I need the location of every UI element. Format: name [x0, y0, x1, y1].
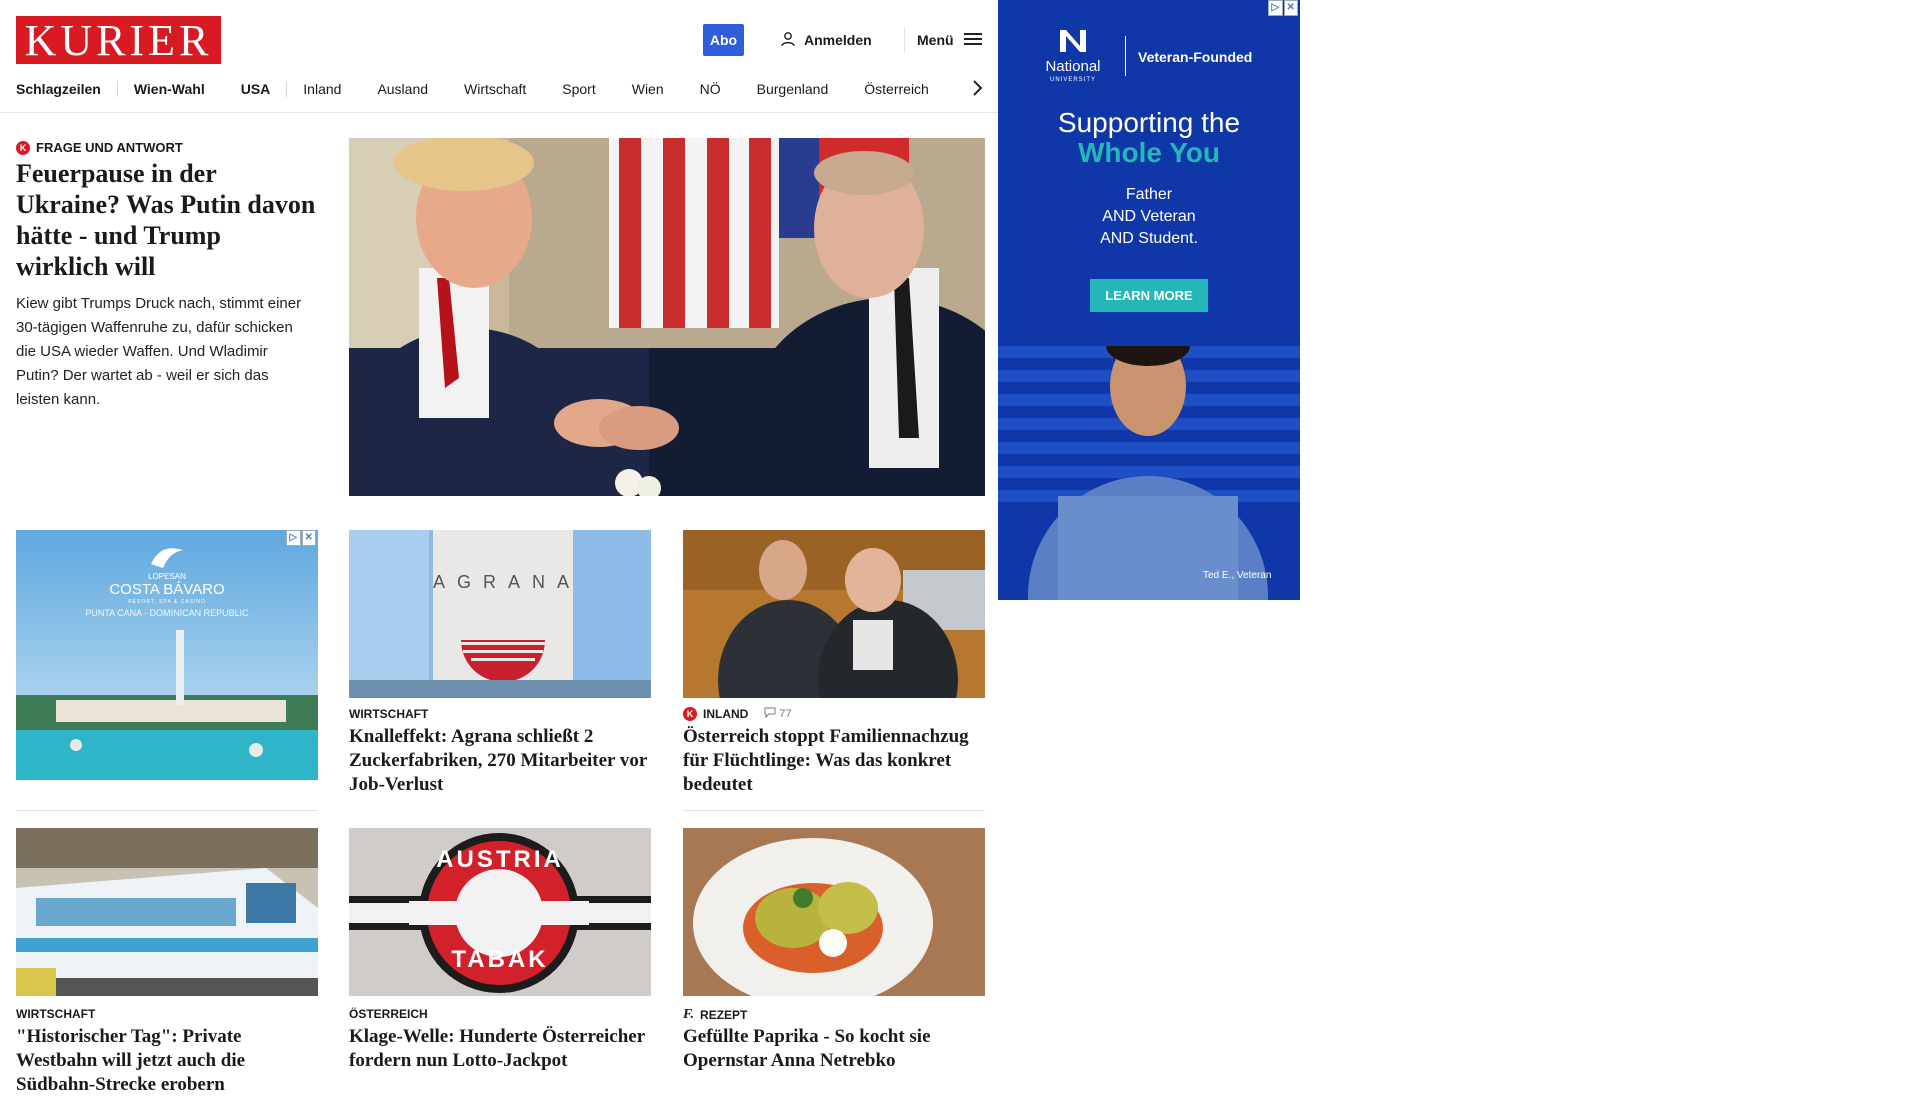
nav-item-wien[interactable]: Wien	[632, 81, 664, 97]
hamburger-icon	[963, 32, 982, 49]
card-kicker: ÖSTERREICH	[349, 1007, 428, 1021]
card-kicker-label: REZEPT	[700, 1008, 748, 1022]
card-kicker-inland: K INLAND 77	[683, 707, 792, 721]
ad-body-1: Father	[1125, 186, 1173, 203]
tabak-sign-bottom: TABAK	[451, 946, 549, 973]
nav-divider	[286, 81, 288, 97]
ad-choices-icon[interactable]: ▷ ✕	[1268, 0, 1298, 16]
menu-label: Menü	[917, 32, 954, 48]
ad-logo-sub: UNIVERSITY	[1049, 77, 1096, 83]
kurier-logo[interactable]: KURIER	[16, 16, 221, 65]
comments-count[interactable]: 77	[764, 707, 792, 721]
national-university-logo	[1038, 28, 1108, 59]
nav-item-oesterreich[interactable]: Österreich	[864, 81, 929, 97]
kurier-plus-badge: K	[683, 707, 697, 721]
ad-caption: Ted E., Veteran	[1203, 570, 1272, 581]
nav-item-burgenland[interactable]: Burgenland	[757, 81, 829, 97]
ad-tagline: Veteran-Founded	[1138, 49, 1253, 65]
nav-item-schlagzeilen[interactable]: Schlagzeilen	[16, 81, 101, 97]
row-divider	[683, 810, 985, 811]
ad-brand-sub: RESORT, SPA & CASINO	[128, 599, 206, 605]
kurier-plus-badge: K	[16, 140, 30, 155]
nav-item-noe[interactable]: NÖ	[700, 81, 721, 97]
nav-item-ausland[interactable]: Ausland	[377, 81, 428, 97]
nav-item-usa[interactable]: USA	[241, 81, 271, 97]
ad-body-3: AND Student.	[1100, 230, 1198, 247]
nav-item-wien-wahl[interactable]: Wien-Wahl	[134, 81, 205, 97]
lead-photo-handshake[interactable]	[349, 138, 985, 496]
freizeit-icon: f.	[683, 1007, 695, 1022]
national-university-ad[interactable]: ▷ ✕ National UNIVERSITY Veteran-Founded S…	[998, 0, 1300, 600]
menu-button[interactable]: Menü	[917, 30, 982, 50]
parliament-photo[interactable]	[683, 530, 985, 698]
nav-divider	[116, 81, 118, 97]
card-kicker-rezept: f. REZEPT	[683, 1007, 747, 1023]
ad-headline-1: Supporting the	[1057, 107, 1241, 138]
westbahn-photo[interactable]	[16, 828, 318, 996]
login-button[interactable]: Anmelden	[780, 30, 872, 50]
ad-brand-small: LOPESAN	[148, 572, 186, 581]
login-label: Anmelden	[804, 32, 872, 48]
user-icon	[780, 31, 796, 50]
card-kicker: WIRTSCHAFT	[16, 1007, 96, 1021]
row-divider	[16, 810, 318, 811]
card-headline-lotto[interactable]: Klage-Welle: Hunderte Österreicher forde…	[349, 1025, 651, 1073]
lead-kicker: K FRAGE UND ANTWORT	[16, 140, 183, 155]
card-headline-agrana[interactable]: Knalleffekt: Agrana schließt 2 Zuckerfab…	[349, 725, 649, 797]
card-headline-paprika[interactable]: Gefüllte Paprika - So kocht sie Opernsta…	[683, 1025, 985, 1073]
ad-logo-name: National	[1045, 58, 1101, 75]
ad-location: PUNTA CANA - DOMINICAN REPUBLIC	[85, 608, 249, 618]
chevron-right-icon[interactable]	[970, 78, 984, 98]
learn-more-button[interactable]: LEARN MORE	[1090, 279, 1208, 312]
tabak-sign-top: AUSTRIA	[436, 846, 564, 873]
ad-headline-2: Whole You	[1077, 137, 1221, 168]
card-headline-westbahn[interactable]: "Historischer Tag": Private Westbahn wil…	[16, 1025, 318, 1097]
lead-kicker-label: FRAGE UND ANTWORT	[36, 140, 183, 155]
lead-headline[interactable]: Feuerpause in der Ukraine? Was Putin dav…	[16, 158, 316, 282]
ad-body-2: AND Veteran	[1102, 208, 1196, 225]
nav-item-wirtschaft[interactable]: Wirtschaft	[464, 81, 526, 97]
austria-tabak-photo[interactable]: AUSTRIA TABAK	[349, 828, 651, 996]
ad-brand-name: COSTA BÁVARO	[109, 581, 225, 598]
category-nav: Schlagzeilen Wien-Wahl USA Inland Auslan…	[16, 78, 929, 100]
agrana-sign-text: AGRANA	[433, 572, 582, 592]
ad-logo-divider	[1125, 36, 1126, 76]
recipe-photo[interactable]	[683, 828, 985, 996]
costa-bavaro-ad[interactable]: ▷ ✕ LOPESAN COSTA BÁVARO RESORT, SPA & CA…	[16, 530, 318, 780]
nav-item-sport[interactable]: Sport	[562, 81, 595, 97]
card-kicker: WIRTSCHAFT	[349, 707, 429, 721]
card-headline-familiennachzug[interactable]: Österreich stoppt Familiennachzug für Fl…	[683, 725, 985, 797]
agrana-photo[interactable]: AGRANA	[349, 530, 651, 698]
lead-teaser: Kiew gibt Trumps Druck nach, stimmt eine…	[16, 295, 302, 408]
comments-number: 77	[779, 708, 792, 720]
abo-button[interactable]: Abo	[703, 24, 744, 56]
card-kicker-label: INLAND	[703, 707, 749, 721]
header-divider	[904, 28, 905, 52]
nav-item-inland[interactable]: Inland	[303, 81, 341, 97]
header-bottom-border	[0, 112, 998, 113]
comment-icon	[764, 707, 776, 721]
